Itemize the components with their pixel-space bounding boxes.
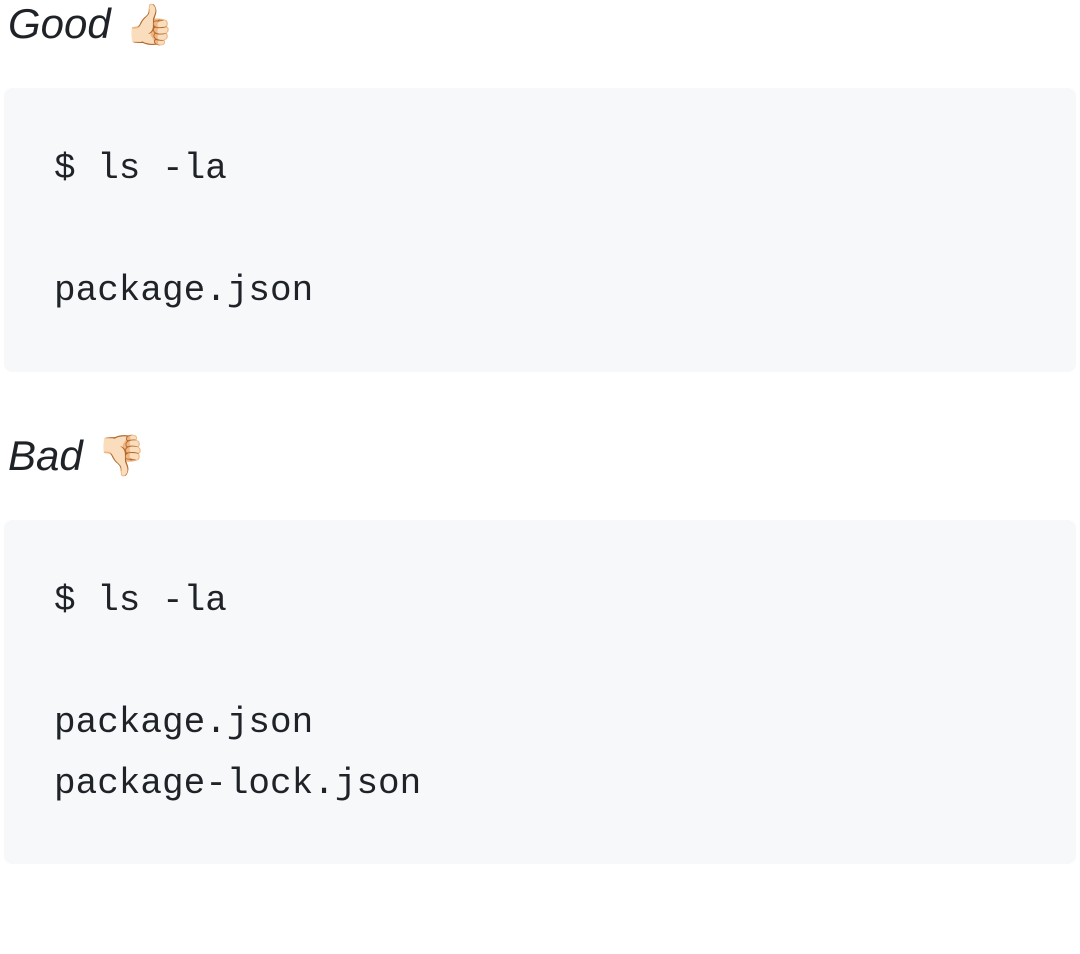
good-code-block: $ ls -la package.json bbox=[4, 88, 1076, 372]
good-heading: Good 👍🏻 bbox=[0, 0, 1080, 48]
bad-heading: Bad 👎🏻 bbox=[0, 432, 1080, 480]
thumbs-down-icon: 👎🏻 bbox=[97, 432, 147, 479]
bad-section: Bad 👎🏻 $ ls -la package.json package-loc… bbox=[0, 432, 1080, 865]
bad-label: Bad bbox=[8, 432, 83, 480]
good-section: Good 👍🏻 $ ls -la package.json bbox=[0, 0, 1080, 372]
thumbs-up-icon: 👍🏻 bbox=[125, 1, 175, 48]
bad-code-block: $ ls -la package.json package-lock.json bbox=[4, 520, 1076, 865]
good-label: Good bbox=[8, 0, 111, 48]
